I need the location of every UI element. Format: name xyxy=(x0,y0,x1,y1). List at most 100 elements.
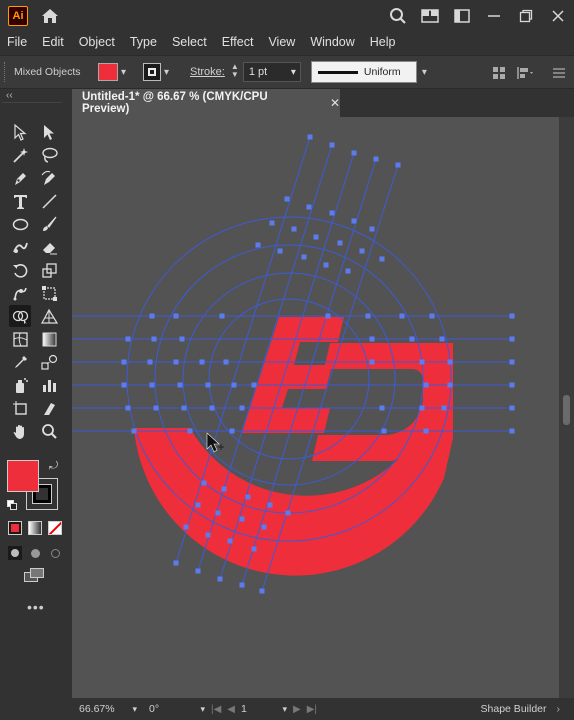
search-icon[interactable] xyxy=(382,0,414,32)
chevron-right-icon[interactable]: › xyxy=(557,703,561,715)
minimize-icon[interactable] xyxy=(478,0,510,32)
pen-tool-icon[interactable] xyxy=(9,167,31,189)
menu-edit[interactable]: Edit xyxy=(35,35,72,49)
workspace-icon[interactable] xyxy=(414,0,446,32)
eyedropper-tool-icon[interactable] xyxy=(9,351,31,373)
menu-select[interactable]: Select xyxy=(165,35,215,49)
anchor-point xyxy=(509,428,515,434)
anchor-point xyxy=(239,516,245,522)
fill-color-swatch[interactable] xyxy=(98,63,118,81)
curvature-tool-icon[interactable] xyxy=(38,167,60,189)
anchor-point xyxy=(395,162,401,168)
anchor-point xyxy=(439,336,445,342)
none-mode-icon[interactable] xyxy=(48,521,62,535)
stroke-weight-field[interactable]: 1 pt ▾ xyxy=(242,62,301,82)
zoom-tool-icon[interactable] xyxy=(38,420,60,442)
zoom-field[interactable]: 66.67% ▾ xyxy=(76,701,140,717)
selection-tool-icon[interactable] xyxy=(9,121,31,143)
first-artboard-icon[interactable]: |◀ xyxy=(211,704,221,715)
stroke-color-swatch[interactable] xyxy=(143,63,161,81)
mesh-tool-icon[interactable] xyxy=(9,328,31,350)
anchor-point xyxy=(365,313,371,319)
zoom-value: 66.67% xyxy=(79,703,115,715)
vertical-scrollbar[interactable] xyxy=(559,117,574,698)
slice-tool-icon[interactable] xyxy=(38,397,60,419)
restore-icon[interactable] xyxy=(510,0,542,32)
menu-window[interactable]: Window xyxy=(303,35,362,49)
shaper-tool-icon[interactable] xyxy=(9,236,31,258)
align-left-icon[interactable] xyxy=(516,66,534,80)
rotation-field[interactable]: 0° ▾ xyxy=(146,701,208,717)
canvas-area[interactable] xyxy=(72,117,559,698)
stroke-profile-value: Uniform xyxy=(363,66,401,78)
draw-behind-icon[interactable] xyxy=(28,546,42,560)
last-artboard-icon[interactable]: ▶| xyxy=(307,704,317,715)
paintbrush-tool-icon[interactable] xyxy=(38,213,60,235)
chevron-down-icon[interactable]: ▾ xyxy=(291,67,296,78)
status-bar: 66.67% ▾ 0° ▾ |◀ ◀ 1 ▾ ▶ ▶| Shape Builde… xyxy=(68,698,574,720)
puppet-warp-tool-icon[interactable] xyxy=(9,282,31,304)
type-tool-icon[interactable] xyxy=(9,190,31,212)
panel-layout-icon[interactable] xyxy=(446,0,478,32)
magic-wand-tool-icon[interactable] xyxy=(9,144,31,166)
edit-toolbar-icon[interactable]: ••• xyxy=(27,599,45,615)
menu-type[interactable]: Type xyxy=(123,35,165,49)
lasso-tool-icon[interactable] xyxy=(38,144,60,166)
previous-artboard-icon[interactable]: ◀ xyxy=(227,704,235,715)
chevron-down-icon[interactable]: ▾ xyxy=(132,704,137,715)
color-mode-icon[interactable] xyxy=(8,521,22,535)
home-icon[interactable] xyxy=(40,6,60,26)
scrollbar-thumb[interactable] xyxy=(563,395,570,425)
symbol-sprayer-tool-icon[interactable] xyxy=(9,374,31,396)
menu-effect[interactable]: Effect xyxy=(215,35,262,49)
document-tab[interactable]: Untitled-1* @ 66.67 % (CMYK/CPU Preview)… xyxy=(72,89,340,117)
fill-swatch-large[interactable] xyxy=(7,460,39,492)
gradient-tool-icon[interactable] xyxy=(38,328,60,350)
toolbox-header[interactable] xyxy=(2,102,62,114)
line-segment-tool-icon[interactable] xyxy=(38,190,60,212)
menu-file[interactable]: File xyxy=(0,35,35,49)
ellipse-tool-icon[interactable] xyxy=(9,213,31,235)
collapse-panel-icon[interactable]: ‹‹ xyxy=(6,90,13,101)
chevron-down-icon[interactable]: ▾ xyxy=(164,67,176,78)
perspective-grid-tool-icon[interactable] xyxy=(38,305,60,327)
gradient-mode-icon[interactable] xyxy=(28,521,42,535)
draw-normal-icon[interactable] xyxy=(8,546,22,560)
panel-menu-icon[interactable] xyxy=(552,66,566,80)
column-graph-tool-icon[interactable] xyxy=(38,374,60,396)
shape-builder-tool-icon[interactable] xyxy=(9,305,31,327)
menu-view[interactable]: View xyxy=(261,35,303,49)
artwork[interactable] xyxy=(72,117,559,698)
default-colors-icon[interactable] xyxy=(7,500,17,510)
chevron-down-icon[interactable]: ▾ xyxy=(200,704,205,715)
rotate-tool-icon[interactable] xyxy=(9,259,31,281)
stroke-weight-stepper[interactable]: ▲ ▼ xyxy=(229,63,241,81)
chevron-down-icon[interactable]: ▾ xyxy=(121,67,133,78)
free-transform-tool-icon[interactable] xyxy=(38,282,60,304)
stroke-label[interactable]: Stroke: xyxy=(190,66,225,78)
menu-object[interactable]: Object xyxy=(72,35,123,49)
control-bar-grip[interactable] xyxy=(4,62,10,82)
scale-tool-icon[interactable] xyxy=(38,259,60,281)
blend-tool-icon[interactable] xyxy=(38,351,60,373)
next-artboard-icon[interactable]: ▶ xyxy=(293,704,301,715)
draw-inside-icon[interactable] xyxy=(48,546,62,560)
screen-mode-icon[interactable] xyxy=(24,568,46,584)
artboard-tool-icon[interactable] xyxy=(9,397,31,419)
align-grid-icon[interactable] xyxy=(492,66,506,80)
eraser-tool-icon[interactable] xyxy=(38,236,60,258)
menu-help[interactable]: Help xyxy=(363,35,404,49)
close-tab-icon[interactable]: ✕ xyxy=(330,96,340,110)
anchor-point xyxy=(509,405,515,411)
stroke-profile-select[interactable]: Uniform xyxy=(310,61,417,83)
direct-selection-tool-icon[interactable] xyxy=(38,121,60,143)
swap-colors-icon[interactable]: ⤾ xyxy=(49,460,58,473)
chevron-down-icon[interactable]: ▾ xyxy=(422,67,434,78)
illustrator-window: Ai File Edit Object Type Select Effect V… xyxy=(0,0,574,720)
hand-tool-icon[interactable] xyxy=(9,420,31,442)
artboard-field[interactable]: 1 ▾ xyxy=(238,701,290,717)
anchor-point xyxy=(381,428,387,434)
anchor-point xyxy=(329,210,335,216)
close-icon[interactable] xyxy=(542,0,574,32)
chevron-down-icon[interactable]: ▾ xyxy=(282,704,287,715)
